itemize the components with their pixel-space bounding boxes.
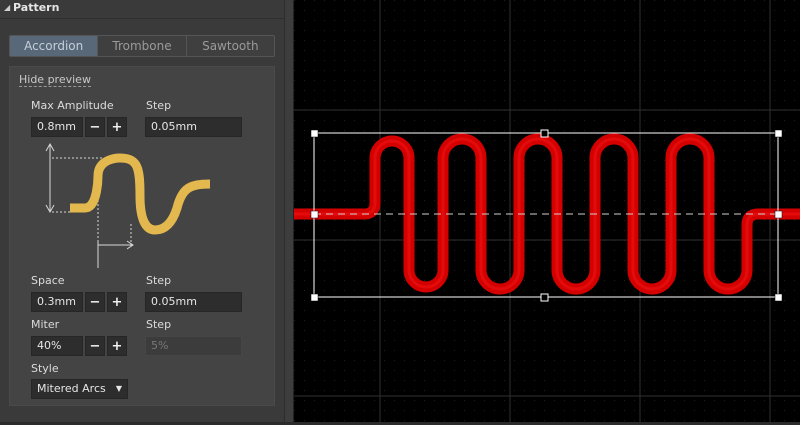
handle-top-left[interactable]	[310, 129, 319, 138]
miter-decrement-button[interactable]: −	[85, 336, 105, 356]
handle-middle-right[interactable]	[774, 210, 783, 219]
preview-trace	[70, 153, 211, 235]
space-input[interactable]: 0.3mm	[31, 292, 83, 312]
pcb-canvas-svg[interactable]	[294, 0, 800, 422]
pcb-canvas[interactable]	[294, 0, 800, 422]
miter-step-label: Step	[146, 318, 172, 331]
space-label: Space	[31, 274, 65, 287]
miter-step-input: 5%	[145, 336, 242, 356]
panel-header[interactable]: ◢ Pattern	[0, 0, 284, 19]
max-amplitude-label: Max Amplitude	[31, 99, 114, 112]
miter-input[interactable]: 40%	[31, 336, 83, 356]
max-amplitude-input[interactable]: 0.8mm	[31, 117, 83, 137]
miter-label: Miter	[31, 318, 60, 331]
miter-increment-button[interactable]: +	[107, 336, 127, 356]
handle-bottom-left[interactable]	[310, 293, 319, 302]
amplitude-step-label: Step	[146, 99, 172, 112]
handle-bottom-right[interactable]	[774, 293, 783, 302]
triangle-down-icon[interactable]: ◢	[4, 3, 10, 12]
amplitude-step-input[interactable]: 0.05mm	[145, 117, 242, 137]
space-step-label: Step	[146, 274, 172, 287]
max-amplitude-increment-button[interactable]: +	[107, 117, 127, 137]
max-amplitude-decrement-button[interactable]: −	[85, 117, 105, 137]
style-dropdown-value: Mitered Arcs	[37, 382, 106, 395]
tab-accordion[interactable]: Accordion	[10, 36, 98, 56]
pattern-preview	[45, 142, 211, 268]
handle-middle-left[interactable]	[310, 210, 319, 219]
handle-top-right[interactable]	[774, 129, 783, 138]
space-increment-button[interactable]: +	[107, 292, 127, 312]
pattern-panel: ◢ Pattern Accordion Trombone Sawtooth Hi…	[0, 0, 284, 422]
panel-title: Pattern	[13, 1, 60, 14]
space-step-input[interactable]: 0.05mm	[145, 292, 242, 312]
style-dropdown[interactable]: Mitered Arcs ▼	[31, 379, 128, 399]
tab-trombone[interactable]: Trombone	[97, 36, 185, 56]
tab-sawtooth[interactable]: Sawtooth	[185, 36, 274, 56]
space-decrement-button[interactable]: −	[85, 292, 105, 312]
pattern-tabs: Accordion Trombone Sawtooth	[9, 35, 275, 57]
handle-top-middle[interactable]	[540, 129, 549, 138]
panel-splitter[interactable]	[284, 0, 294, 422]
style-label: Style	[31, 362, 59, 375]
hide-preview-link[interactable]: Hide preview	[19, 73, 91, 87]
chevron-down-icon[interactable]: ▼	[116, 380, 122, 398]
handle-bottom-middle[interactable]	[540, 293, 549, 302]
